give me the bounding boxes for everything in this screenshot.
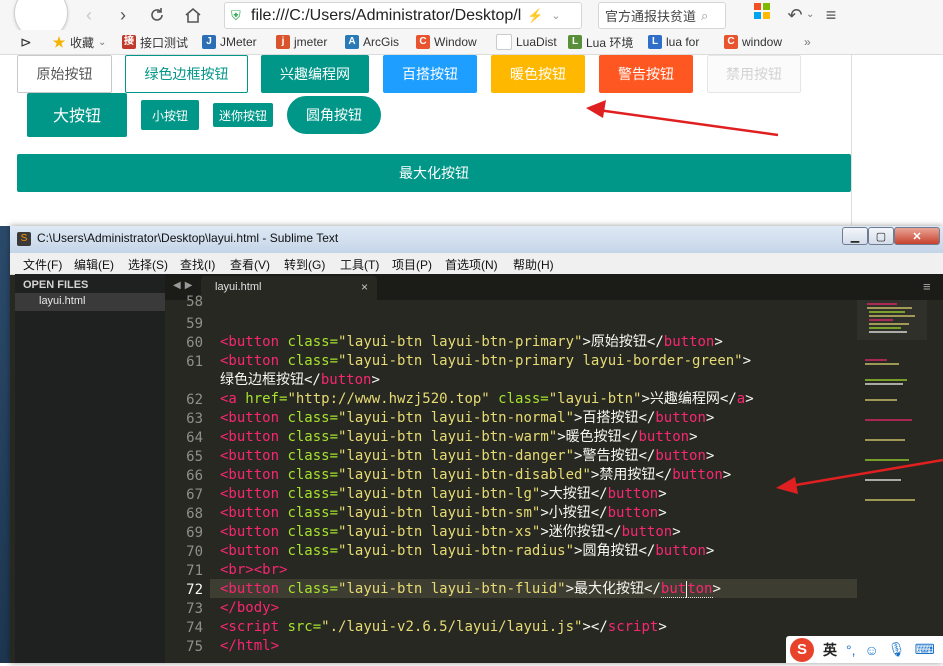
red-arrow-bottom — [776, 458, 943, 494]
red-arrow-top — [586, 100, 779, 137]
emoji-icon[interactable]: ☺ — [865, 642, 879, 658]
annotation-arrows — [586, 100, 943, 494]
microphone-icon[interactable]: 🎙 — [888, 641, 906, 658]
sogou-logo-icon[interactable]: S — [790, 637, 814, 662]
ime-toolbar: S 英 °, ☺ 🎙 ⌨ — [786, 636, 943, 663]
punctuation-icon[interactable]: °, — [846, 642, 856, 658]
keyboard-icon[interactable]: ⌨ — [915, 641, 935, 658]
ime-language-toggle[interactable]: 英 — [823, 640, 837, 660]
